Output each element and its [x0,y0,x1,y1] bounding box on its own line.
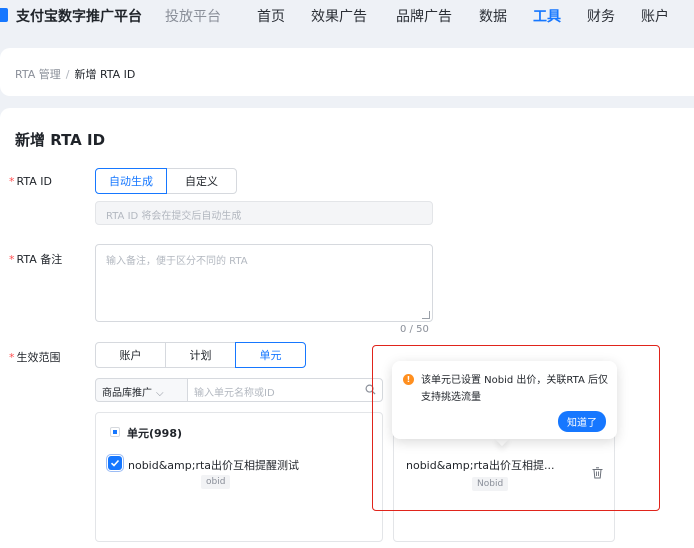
select-value: 商品库推广 [102,388,152,399]
select-all-checkbox[interactable] [110,427,120,437]
promotion-type-select[interactable]: 商品库推广 ⌵ [95,378,188,402]
logo-icon [0,8,8,22]
platform-name: 投放平台 [165,9,221,25]
breadcrumb-card: RTA 管理 / 新增 RTA ID [0,48,694,96]
nav-item-home[interactable]: 首页 [257,6,285,26]
nav-item-finance[interactable]: 财务 [587,6,615,26]
chevron-down-icon: ⌵ [156,388,164,399]
top-nav: 支付宝数字推广平台 投放平台 首页 效果广告 品牌广告 数据 工具 财务 账户 [0,0,694,30]
check-icon [110,459,120,467]
resize-handle-icon[interactable] [422,311,430,319]
brand-name[interactable]: 支付宝数字推广平台 [16,6,142,26]
option-custom[interactable]: 自定义 [166,168,237,194]
unit-name: nobid&amp;rta出价互相提醒测试 [128,459,300,472]
rta-remark-textarea[interactable]: 输入备注，便于区分不同的 RTA [95,244,433,322]
unit-group-title: 单元(998) [127,427,183,440]
remark-placeholder: 输入备注，便于区分不同的 RTA [106,256,248,267]
required-mark: * [9,351,15,364]
scope-switch: 账户 计划 单元 [95,342,306,368]
unit-bid-tag: obid [201,475,231,489]
rta-id-input: RTA ID 将会在提交后自动生成 [95,201,433,225]
breadcrumb-separator: / [65,68,70,81]
scope-option-account[interactable]: 账户 [95,342,166,368]
page-title: 新增 RTA ID [15,131,106,149]
rta-remark-label: * RTA 备注 [9,253,63,266]
nav-item-data[interactable]: 数据 [479,6,507,26]
breadcrumb-current: 新增 RTA ID [74,68,136,81]
nav-item-tools[interactable]: 工具 [533,6,561,26]
highlight-box [372,345,660,511]
required-mark: * [9,253,15,266]
unit-checkbox[interactable] [106,454,124,472]
nav-item-account[interactable]: 账户 [641,6,669,26]
nav-item-brand-ads[interactable]: 品牌广告 [396,6,452,26]
scope-option-plan[interactable]: 计划 [165,342,236,368]
scope-label: * 生效范围 [9,351,61,364]
breadcrumb: RTA 管理 / 新增 RTA ID [15,66,135,82]
unit-search-input[interactable]: 输入单元名称或ID [187,378,383,402]
rta-id-mode-switch: 自动生成 自定义 [95,168,237,194]
char-counter: 0 / 50 [400,324,429,335]
required-mark: * [9,175,15,188]
rta-id-label: * RTA ID [9,175,52,188]
nav-item-performance-ads[interactable]: 效果广告 [311,6,367,26]
option-auto-generate[interactable]: 自动生成 [95,168,167,194]
search-placeholder: 输入单元名称或ID [194,388,275,399]
scope-option-unit[interactable]: 单元 [235,342,306,368]
breadcrumb-link-rta-management[interactable]: RTA 管理 [15,68,61,81]
